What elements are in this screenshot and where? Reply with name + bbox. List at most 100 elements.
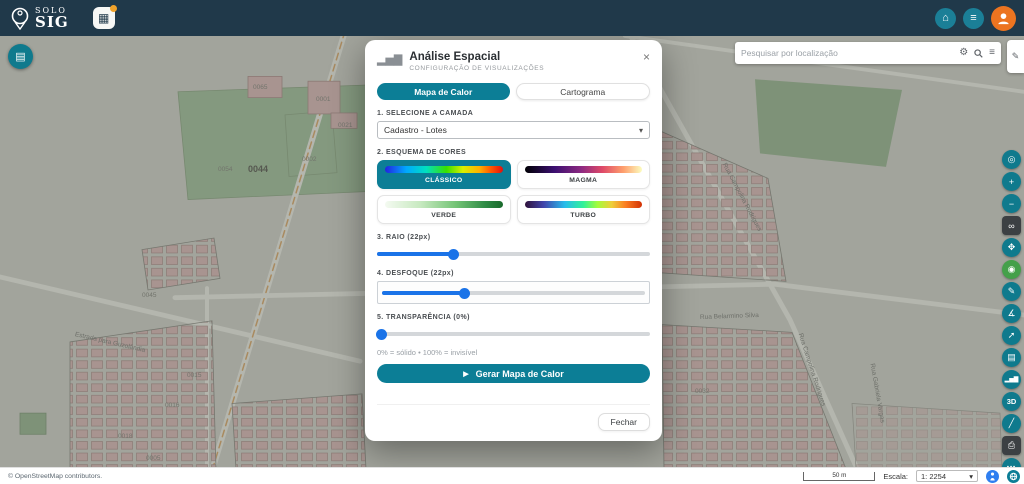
location-pin-icon: ◉	[1008, 264, 1016, 275]
close-icon[interactable]: ×	[643, 51, 650, 63]
edit-panel-handle[interactable]: ✎	[1007, 40, 1024, 73]
block-label: 0054	[218, 166, 232, 173]
sidebar-zoom-in-button[interactable]: +	[1002, 172, 1021, 191]
block-label: 0045	[142, 292, 156, 299]
transparency-label: 5. TRANSPARÊNCIA (0%)	[377, 314, 650, 321]
sidebar-edit-layers-button[interactable]: ▤	[1002, 348, 1021, 367]
spatial-analysis-modal: ▂▅▇ Análise Espacial CONFIGURAÇÃO DE VIS…	[365, 40, 662, 441]
edit-layers-icon: ▤	[1007, 352, 1016, 363]
globe-icon	[1009, 472, 1018, 481]
pencil-icon: ✎	[1012, 51, 1020, 62]
modal-subtitle: CONFIGURAÇÃO DE VISUALIZAÇÕES	[409, 65, 544, 72]
logo-text-sig: SIG	[35, 15, 69, 30]
chevron-down-icon: ▾	[639, 126, 643, 135]
app-header: SOLO SIG ▦ ⌂ ≡	[0, 0, 1024, 36]
scale-select[interactable]: 1: 2254 ▾	[916, 470, 978, 482]
menu-icon: ≡	[970, 12, 976, 24]
block-label: 0002	[302, 156, 316, 163]
block-label: 0015	[187, 372, 201, 379]
block-label: 0001	[316, 96, 330, 103]
sidebar-draw-button[interactable]: ✎	[1002, 282, 1021, 301]
block-label: 0005	[146, 455, 160, 462]
plus-icon: +	[1009, 177, 1014, 187]
layer-select[interactable]: Cadastro - Lotes ▾	[377, 121, 650, 139]
verde-gradient-swatch	[385, 201, 503, 208]
scheme-classic-button[interactable]: CLÁSSICO	[377, 160, 511, 189]
fullscreen-icon: ✥	[1008, 242, 1016, 253]
bar-chart-icon: ▂▅▇	[377, 53, 402, 66]
3d-icon: 3D	[1007, 397, 1017, 406]
scale-value: 1: 2254	[921, 472, 946, 481]
scheme-verde-button[interactable]: VERDE	[377, 195, 511, 224]
scheme-label: VERDE	[385, 212, 503, 219]
block-label: 0018	[118, 433, 132, 440]
layer-select-value: Cadastro - Lotes	[384, 125, 447, 135]
app-logo: SOLO SIG	[10, 6, 69, 30]
chart-icon: ▂▅▇	[1005, 376, 1019, 383]
search-input[interactable]	[741, 48, 953, 58]
menu-button[interactable]: ≡	[963, 8, 984, 29]
tab-heatmap[interactable]: Mapa de Calor	[377, 83, 510, 100]
expand-arrow-icon: ➚	[1008, 330, 1016, 341]
home-icon: ⌂	[942, 12, 949, 24]
sidebar-target-button[interactable]: ◎	[1002, 150, 1021, 169]
measure-icon: ∡	[1007, 308, 1015, 319]
status-bar: © OpenStreetMap contributors. 50 m Escal…	[0, 467, 1024, 484]
scheme-magma-button[interactable]: MAGMA	[517, 160, 651, 189]
logo-pin-icon	[10, 6, 30, 30]
layers-icon: ▤	[15, 50, 25, 63]
scheme-turbo-button[interactable]: TURBO	[517, 195, 651, 224]
block-label: 0021	[338, 122, 352, 129]
turbo-gradient-swatch	[525, 201, 643, 208]
scheme-label: TURBO	[525, 212, 643, 219]
sidebar-chart-button[interactable]: ▂▅▇	[1002, 370, 1021, 389]
notification-badge	[110, 5, 117, 12]
draw-icon: ✎	[1008, 286, 1016, 297]
scheme-section-label: 2. ESQUEMA DE CORES	[377, 149, 650, 156]
ruler-icon: ╱	[1009, 418, 1014, 429]
modal-title: Análise Espacial	[409, 51, 544, 63]
grid-icon: ▦	[98, 11, 109, 25]
generate-heatmap-label: Gerar Mapa de Calor	[476, 369, 564, 379]
map-attribution: © OpenStreetMap contributors.	[8, 473, 102, 480]
binoculars-icon: ∞	[1008, 221, 1014, 231]
color-scheme-grid: CLÁSSICO MAGMA VERDE TURBO	[377, 160, 650, 224]
search-icon[interactable]	[974, 49, 983, 58]
transparency-hint: 0% = sólido • 100% = invisível	[377, 348, 650, 357]
blur-slider[interactable]	[382, 287, 645, 298]
sidebar-binoculars-button[interactable]: ∞	[1002, 216, 1021, 235]
close-modal-button[interactable]: Fechar	[598, 413, 650, 431]
pegman-icon	[989, 472, 996, 481]
slider-thumb[interactable]	[376, 329, 387, 340]
search-settings-icon[interactable]: ⚙	[959, 48, 968, 58]
sidebar-location-pin-button[interactable]: ◉	[1002, 260, 1021, 279]
map-toolbar: ◎ + − ∞ ✥ ◉ ✎ ∡ ➚ ▤ ▂▅▇ 3D ╱ ⎙ •••	[1002, 150, 1021, 477]
radius-slider[interactable]	[377, 248, 650, 259]
generate-heatmap-button[interactable]: ▶ Gerar Mapa de Calor	[377, 364, 650, 383]
home-button[interactable]: ⌂	[935, 8, 956, 29]
globe-button[interactable]	[1007, 470, 1020, 483]
user-avatar-button[interactable]	[991, 6, 1016, 31]
slider-thumb[interactable]	[448, 249, 459, 260]
cadastre-tool-button[interactable]: ▦	[93, 7, 115, 29]
tab-cartogram[interactable]: Cartograma	[516, 83, 651, 100]
search-menu-icon[interactable]: ≡	[989, 48, 995, 58]
sidebar-ruler-button[interactable]: ╱	[1002, 414, 1021, 433]
sidebar-measure-button[interactable]: ∡	[1002, 304, 1021, 323]
block-label: 0044	[248, 164, 268, 174]
sidebar-zoom-out-button[interactable]: −	[1002, 194, 1021, 213]
transparency-slider[interactable]	[377, 328, 650, 339]
scheme-label: CLÁSSICO	[385, 177, 503, 184]
block-label: 0016	[165, 402, 179, 409]
sidebar-expand-button[interactable]: ➚	[1002, 326, 1021, 345]
play-icon: ▶	[463, 370, 468, 378]
radius-label: 3. RAIO (22px)	[377, 234, 650, 241]
scale-bar: 50 m	[803, 472, 875, 481]
layers-button[interactable]: ▤	[8, 44, 33, 69]
sidebar-3d-button[interactable]: 3D	[1002, 392, 1021, 411]
target-icon: ◎	[1008, 154, 1016, 165]
slider-thumb[interactable]	[459, 288, 470, 299]
sidebar-print-button[interactable]: ⎙	[1002, 436, 1021, 455]
streetview-button[interactable]	[986, 470, 999, 483]
sidebar-fullscreen-button[interactable]: ✥	[1002, 238, 1021, 257]
